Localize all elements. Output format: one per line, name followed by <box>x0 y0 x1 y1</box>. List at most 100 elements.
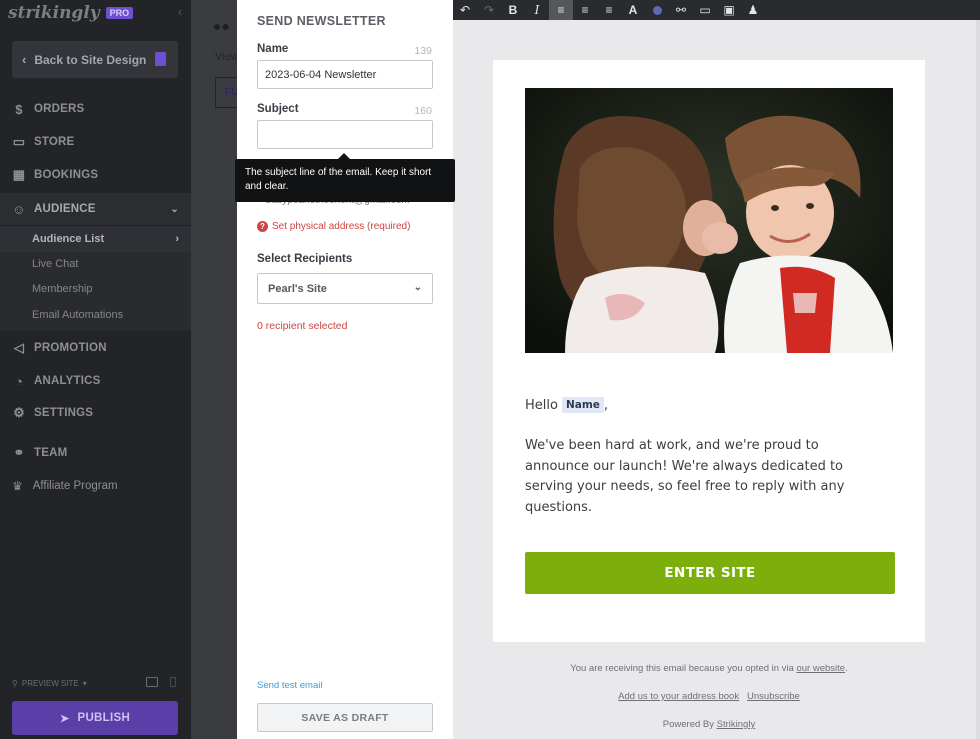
opt-in-period: . <box>845 663 848 674</box>
sidebar-item-label: Audience List <box>32 233 105 245</box>
send-newsletter-panel: SEND NEWSLETTER Name 139 2023-06-04 News… <box>237 0 453 739</box>
rocket-icon: ➤ <box>59 712 70 725</box>
sidebar-item-membership[interactable]: Membership <box>0 276 191 302</box>
name-field[interactable]: 2023-06-04 Newsletter <box>257 60 433 89</box>
sidebar-item-audience-list[interactable]: Audience List › <box>0 226 191 252</box>
email-body[interactable]: We've been hard at work, and we're proud… <box>525 436 870 518</box>
subject-char-count: 160 <box>414 105 432 117</box>
sidebar-item-team[interactable]: ⚭ TEAM <box>0 437 191 469</box>
sidebar-item-orders[interactable]: $ ORDERS <box>0 93 191 125</box>
collapse-sidebar-icon[interactable]: ‹ <box>178 4 182 19</box>
name-field-value: 2023-06-04 Newsletter <box>265 68 377 81</box>
question-icon: ? <box>257 221 268 232</box>
preview-site-dropdown[interactable]: ⚲ PREVIEW SITE ▾ <box>12 679 87 688</box>
people-icon: ☺ <box>12 201 26 217</box>
recipients-select-value: Pearl's Site <box>268 282 327 295</box>
save-as-draft-button[interactable]: SAVE AS DRAFT <box>257 703 433 732</box>
align-right-icon[interactable]: ≡ <box>597 0 621 20</box>
sidebar-item-email-automations[interactable]: Email Automations <box>0 302 191 328</box>
image-icon[interactable]: ▣ <box>717 0 741 20</box>
align-center-icon[interactable]: ≡ <box>573 0 597 20</box>
back-to-site-design-button[interactable]: ‹ Back to Site Design <box>12 41 178 78</box>
button-icon[interactable]: ▭ <box>693 0 717 20</box>
sidebar-item-label: Live Chat <box>32 258 79 270</box>
chevron-down-icon: ⌄ <box>413 282 422 293</box>
greeting-text: Hello <box>525 397 558 413</box>
color-icon[interactable] <box>645 0 669 20</box>
align-left-icon[interactable]: ≡ <box>549 0 573 20</box>
sidebar-item-promotion[interactable]: ◁ PROMOTION <box>0 332 191 364</box>
opt-in-notice: You are receiving this email because you… <box>453 663 965 674</box>
people-icon: ●● <box>213 18 230 34</box>
person-icon[interactable]: ♟ <box>741 0 765 20</box>
strikingly-link[interactable]: Strikingly <box>717 719 756 730</box>
recipients-label: Select Recipients <box>257 253 353 265</box>
store-icon: ▭ <box>12 134 26 149</box>
sidebar-item-live-chat[interactable]: Live Chat <box>0 251 191 277</box>
italic-icon[interactable]: I <box>525 0 549 20</box>
sidebar-item-label: SETTINGS <box>34 407 94 419</box>
our-website-link[interactable]: our website <box>796 663 845 674</box>
sidebar-item-label: ORDERS <box>34 103 85 115</box>
name-merge-tag[interactable]: Name <box>561 397 604 413</box>
dollar-icon: $ <box>15 101 23 117</box>
sidebar-item-label: ANALYTICS <box>34 375 101 387</box>
cta-label: ENTER SITE <box>664 565 756 581</box>
greeting-comma: , <box>603 397 609 413</box>
send-test-email-link[interactable]: Send test email <box>257 680 322 691</box>
draft-button-label: SAVE AS DRAFT <box>301 711 389 724</box>
font-icon[interactable]: A <box>621 0 645 20</box>
address-warning-label: Set physical address (required) <box>272 221 411 232</box>
publish-label: PUBLISH <box>77 712 131 724</box>
chevron-left-icon: ‹ <box>22 52 27 67</box>
preview-site-label: PREVIEW SITE <box>21 679 79 688</box>
brand: strikingly PRO <box>8 3 134 23</box>
powered-by: Powered By Strikingly <box>453 719 965 730</box>
sidebar-item-store[interactable]: ▭ STORE <box>0 126 191 158</box>
sidebar-item-affiliate[interactable]: ♛ Affiliate Program <box>12 479 118 493</box>
publish-button[interactable]: ➤ PUBLISH <box>12 701 178 735</box>
megaphone-icon: ◁ <box>13 340 25 355</box>
sidebar: strikingly PRO ‹ ‹ Back to Site Design $… <box>0 0 191 739</box>
redo-icon[interactable]: ↷ <box>477 0 501 20</box>
mobile-preview-icon[interactable] <box>170 677 176 687</box>
sidebar-item-analytics[interactable]: ◔ ANALYTICS <box>0 365 191 397</box>
background-page: ●● View FU <box>191 0 245 739</box>
sidebar-item-label: Email Automations <box>32 309 124 321</box>
bold-icon[interactable]: B <box>501 0 525 20</box>
subject-field[interactable] <box>257 120 433 149</box>
undo-icon[interactable]: ↶ <box>453 0 477 20</box>
panel-title: SEND NEWSLETTER <box>257 14 386 28</box>
sidebar-item-label: Membership <box>32 283 93 295</box>
plan-badge: PRO <box>105 7 134 19</box>
hero-image[interactable] <box>525 88 893 353</box>
sidebar-item-label: TEAM <box>34 447 68 459</box>
subject-label: Subject <box>257 103 299 115</box>
sidebar-item-settings[interactable]: ⚙ SETTINGS <box>0 397 191 429</box>
set-physical-address-link[interactable]: ? Set physical address (required) <box>257 221 410 232</box>
brand-logo: strikingly <box>8 3 100 23</box>
sidebar-item-audience[interactable]: ☺ AUDIENCE ⌄ <box>0 193 191 225</box>
enter-site-button[interactable]: ENTER SITE <box>525 552 895 594</box>
sidebar-item-bookings[interactable]: ▦ BOOKINGS <box>0 159 191 191</box>
name-label: Name <box>257 43 289 55</box>
team-icon: ⚭ <box>13 445 25 460</box>
chevron-right-icon: › <box>175 233 179 245</box>
search-icon: ⚲ <box>12 679 18 688</box>
chevron-down-icon: ⌄ <box>170 203 179 215</box>
caret-down-icon: ▾ <box>82 679 87 688</box>
background-view-label: View <box>215 51 239 63</box>
link-icon[interactable]: ⚯ <box>669 0 693 20</box>
recipients-select[interactable]: Pearl's Site ⌄ <box>257 273 433 304</box>
unsubscribe-link[interactable]: Unsubscribe <box>747 691 800 702</box>
desktop-preview-icon[interactable] <box>146 677 158 687</box>
scrollbar[interactable] <box>976 20 980 739</box>
footer-links: Add us to your address book Unsubscribe <box>453 691 965 702</box>
sidebar-item-label: STORE <box>34 136 75 148</box>
add-to-address-book-link[interactable]: Add us to your address book <box>618 691 739 702</box>
gear-icon: ⚙ <box>13 405 25 420</box>
calendar-icon: ▦ <box>12 167 26 182</box>
email-card: Hello Name , We've been hard at work, an… <box>493 60 925 642</box>
trophy-icon: ♛ <box>12 479 23 493</box>
sidebar-item-label: BOOKINGS <box>34 169 99 181</box>
